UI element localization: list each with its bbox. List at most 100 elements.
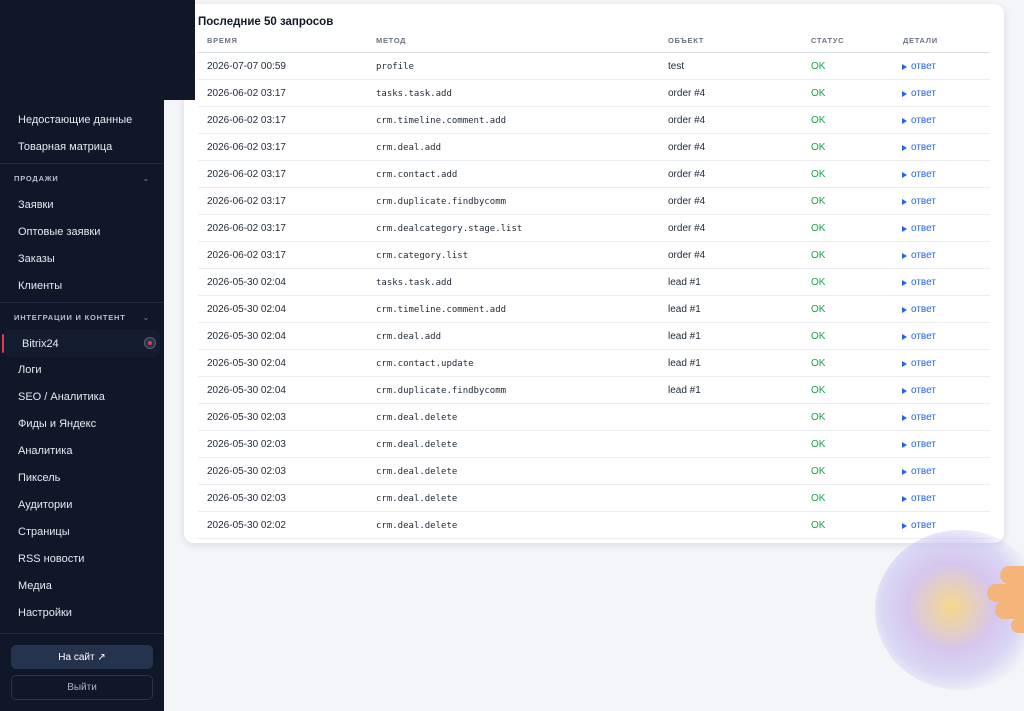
details-link[interactable]: ответ (902, 296, 936, 323)
sidebar-item-rss-news[interactable]: RSS новости (0, 545, 164, 572)
details-link[interactable]: ответ (902, 107, 936, 134)
details-link-label: ответ (911, 223, 936, 234)
details-link-label: ответ (911, 358, 936, 369)
go-to-site-button[interactable]: На сайт ↗ (11, 645, 153, 669)
chevron-down-icon: ⌄ (142, 173, 150, 183)
sidebar-item-product-matrix[interactable]: Товарная матрица (0, 133, 164, 160)
object-cell: order #4 (668, 88, 706, 99)
table-row: 2026-06-02 03:17 crm.category.list order #… (198, 242, 990, 269)
status-cell: OK (811, 196, 826, 207)
sidebar-item-analytics[interactable]: Аналитика (0, 437, 164, 464)
details-link-label: ответ (911, 88, 936, 99)
time-cell: 2026-06-02 03:17 (207, 169, 286, 180)
sidebar-item-wholesale-requests[interactable]: Оптовые заявки (0, 218, 164, 245)
details-link-label: ответ (911, 142, 936, 153)
method-cell: crm.deal.delete (376, 466, 458, 477)
details-link-label: ответ (911, 466, 936, 477)
details-link[interactable]: ответ (902, 485, 936, 512)
method-cell: crm.deal.delete (376, 520, 458, 531)
details-link-label: ответ (911, 115, 936, 126)
details-link[interactable]: ответ (902, 53, 936, 80)
status-cell: OK (811, 466, 826, 477)
details-link[interactable]: ответ (902, 80, 936, 107)
details-link[interactable]: ответ (902, 377, 936, 404)
play-triangle-icon (902, 171, 907, 178)
details-link[interactable]: ответ (902, 269, 936, 296)
sidebar-item-settings[interactable]: Настройки (0, 599, 164, 626)
status-cell: OK (811, 223, 826, 234)
details-link[interactable]: ответ (902, 215, 936, 242)
method-cell: tasks.task.add (376, 277, 452, 288)
logout-button[interactable]: Выйти (11, 675, 153, 700)
sidebar-item-pages[interactable]: Страницы (0, 518, 164, 545)
table-row: 2026-05-30 02:03 crm.deal.delete OK ответ (198, 458, 990, 485)
sidebar-item-clients[interactable]: Клиенты (0, 272, 164, 299)
sidebar-header (0, 0, 195, 100)
details-link[interactable]: ответ (902, 350, 936, 377)
details-link[interactable]: ответ (902, 323, 936, 350)
time-cell: 2026-06-02 03:17 (207, 88, 286, 99)
play-triangle-icon (902, 252, 907, 259)
record-dot-icon (144, 337, 156, 349)
time-cell: 2026-05-30 02:04 (207, 304, 286, 315)
decorative-hand (987, 584, 1024, 602)
sidebar-item-orders[interactable]: Заказы (0, 245, 164, 272)
time-cell: 2026-05-30 02:03 (207, 412, 286, 423)
play-triangle-icon (902, 414, 907, 421)
sidebar-item-feeds-yandex[interactable]: Фиды и Яндекс (0, 410, 164, 437)
details-link[interactable]: ответ (902, 458, 936, 485)
object-cell: lead #1 (668, 358, 701, 369)
sidebar-section-integrations[interactable]: ИНТЕГРАЦИИ И КОНТЕНТ ⌄ (0, 303, 164, 331)
time-cell: 2026-05-30 02:03 (207, 466, 286, 477)
details-link[interactable]: ответ (902, 242, 936, 269)
method-cell: profile (376, 61, 414, 72)
details-link-label: ответ (911, 250, 936, 261)
table-row: 2026-06-02 03:17 crm.contact.add order #4 O… (198, 161, 990, 188)
table-row: 2026-07-07 00:59 profile test OK ответ (198, 53, 990, 80)
status-cell: OK (811, 115, 826, 126)
method-cell: crm.timeline.comment.add (376, 304, 507, 315)
sidebar-item-label: Пиксель (18, 471, 61, 484)
table-row: 2026-06-02 03:17 tasks.task.add order #4 OK… (198, 80, 990, 107)
details-link[interactable]: ответ (902, 431, 936, 458)
sidebar-item-label: Клиенты (18, 279, 63, 292)
details-link-label: ответ (911, 520, 936, 531)
status-cell: OK (811, 358, 826, 369)
column-header-time: ВРЕМЯ (207, 36, 238, 45)
details-link-label: ответ (911, 331, 936, 342)
time-cell: 2026-05-30 02:04 (207, 385, 286, 396)
sidebar-item-missing-data[interactable]: Недостающие данные (0, 106, 164, 133)
sidebar-item-bitrix24[interactable]: Bitrix24 (2, 330, 160, 357)
sidebar-item-pixel[interactable]: Пиксель (0, 464, 164, 491)
sidebar-item-label: Недостающие данные (18, 113, 133, 126)
decorative-hand (1011, 618, 1024, 633)
details-link-label: ответ (911, 196, 936, 207)
section-label: ПРОДАЖИ (14, 173, 59, 183)
details-link[interactable]: ответ (902, 134, 936, 161)
status-cell: OK (811, 88, 826, 99)
status-cell: OK (811, 61, 826, 72)
sidebar-item-logs[interactable]: Логи (0, 356, 164, 383)
decorative-hand (1000, 566, 1024, 584)
details-link-label: ответ (911, 304, 936, 315)
details-link-label: ответ (911, 385, 936, 396)
play-triangle-icon (902, 387, 907, 394)
sidebar-item-audiences[interactable]: Аудитории (0, 491, 164, 518)
sidebar-section-sales[interactable]: ПРОДАЖИ ⌄ (0, 164, 164, 192)
method-cell: crm.deal.add (376, 142, 442, 153)
details-link[interactable]: ответ (902, 161, 936, 188)
object-cell: order #4 (668, 250, 706, 261)
sidebar-item-media[interactable]: Медиа (0, 572, 164, 599)
details-link[interactable]: ответ (902, 404, 936, 431)
status-cell: OK (811, 439, 826, 450)
sidebar-item-seo-analytics[interactable]: SEO / Аналитика (0, 383, 164, 410)
table-row: 2026-05-30 02:04 crm.deal.add lead #1 OK отв… (198, 323, 990, 350)
details-link-label: ответ (911, 277, 936, 288)
status-cell: OK (811, 331, 826, 342)
sidebar-item-requests[interactable]: Заявки (0, 191, 164, 218)
status-cell: OK (811, 520, 826, 531)
sidebar-item-label: Логи (18, 363, 42, 376)
time-cell: 2026-07-07 00:59 (207, 61, 286, 72)
sidebar-item-label: Фиды и Яндекс (18, 417, 97, 430)
details-link[interactable]: ответ (902, 188, 936, 215)
